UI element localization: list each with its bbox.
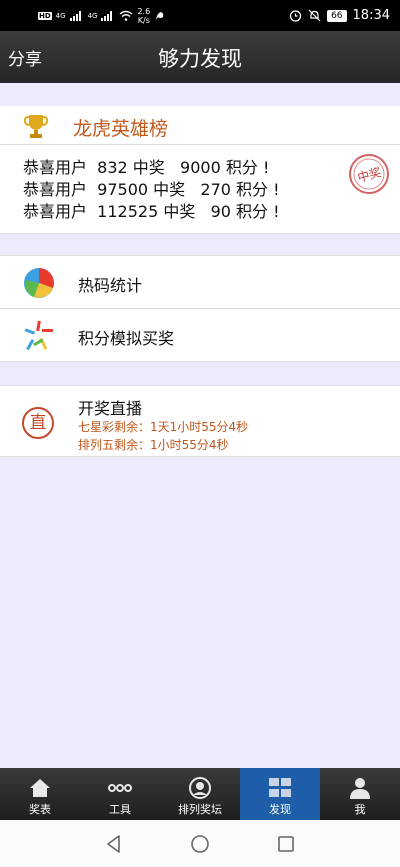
- stamp-text: 中奖: [356, 164, 383, 185]
- hero-list-title: 龙虎英雄榜: [73, 118, 169, 140]
- speed-unit: K/s: [137, 15, 150, 25]
- hero-list-header[interactable]: 龙虎英雄榜: [0, 106, 400, 144]
- more-dots-icon: [108, 784, 132, 792]
- menu-item-hot-stats[interactable]: 热码统计: [0, 255, 400, 309]
- menu-item-points-sim[interactable]: 积分模拟买奖: [0, 308, 400, 362]
- app-notification-icon: [156, 11, 164, 20]
- winner-line: 恭喜用户 112525 中奖 90 积分 !: [23, 202, 280, 221]
- points-sim-label: 积分模拟买奖: [78, 329, 175, 348]
- tab-me[interactable]: 我: [320, 768, 400, 820]
- tab-label: 奖表: [29, 803, 51, 816]
- signal-icon: [69, 10, 84, 21]
- hd-badge-icon: HD: [38, 11, 52, 20]
- countdown-line: 排列五剩余：1小时55分4秒: [78, 438, 229, 452]
- trophy-icon: [23, 115, 49, 138]
- alarm-icon: [289, 10, 302, 22]
- battery-indicator: 66: [327, 9, 347, 22]
- status-right: 66 18:34: [289, 8, 390, 23]
- net-speed: 2.6 K/s: [137, 7, 150, 25]
- wifi-icon: [120, 10, 133, 21]
- page-title: 够力发现: [158, 47, 242, 71]
- home-nav-icon[interactable]: [190, 834, 210, 854]
- home-icon: [30, 779, 50, 797]
- tab-forum[interactable]: 排列奖坛: [160, 768, 240, 820]
- back-icon[interactable]: [104, 834, 124, 854]
- system-nav-bar: [0, 820, 400, 867]
- recents-icon[interactable]: [276, 834, 296, 854]
- tab-label: 工具: [109, 803, 131, 816]
- tab-label: 排列奖坛: [178, 803, 222, 816]
- hot-stats-label: 热码统计: [78, 276, 143, 295]
- live-title: 开奖直播: [78, 399, 143, 418]
- title-bar: 分享 够力发现: [0, 31, 400, 83]
- network-type-left: 4G: [55, 11, 66, 20]
- live-icon: 直: [22, 407, 54, 439]
- signal-icon-2: [101, 10, 115, 21]
- status-bar: HD 4G 4G 2.6 K/s 66 18:34: [0, 0, 400, 31]
- tab-tools[interactable]: 工具: [80, 768, 160, 820]
- countdown-line: 七星彩剩余：1天1小时55分4秒: [78, 420, 249, 434]
- winner-line: 恭喜用户 97500 中奖 270 积分 !: [23, 180, 280, 199]
- pie-chart-icon: [24, 268, 54, 298]
- network-type-right: 4G: [87, 11, 98, 20]
- tab-discover[interactable]: 发现: [240, 768, 320, 820]
- tab-label: 我: [354, 803, 366, 816]
- grid-icon: [269, 778, 291, 797]
- live-draw-section[interactable]: 直 开奖直播 七星彩剩余：1天1小时55分4秒 排列五剩余：1小时55分4秒: [0, 385, 400, 457]
- tab-label: 发现: [269, 803, 291, 816]
- winner-line: 恭喜用户 832 中奖 9000 积分 !: [23, 158, 270, 177]
- clock: 18:34: [352, 8, 390, 23]
- tab-prize-table[interactable]: 奖表: [0, 768, 80, 820]
- hero-list: 恭喜用户 832 中奖 9000 积分 ! 恭喜用户 97500 中奖 270 …: [0, 144, 400, 234]
- star-icon: [24, 320, 53, 351]
- forum-icon: [189, 777, 211, 799]
- mute-icon: [308, 9, 321, 22]
- winner-stamp-icon: 中奖: [349, 154, 389, 194]
- user-icon: [350, 778, 370, 799]
- speed-value: 2.6: [137, 6, 151, 16]
- status-left: HD 4G 4G 2.6 K/s: [38, 7, 166, 25]
- bottom-tab-bar: 奖表 工具 排列奖坛 发现 我: [0, 768, 400, 820]
